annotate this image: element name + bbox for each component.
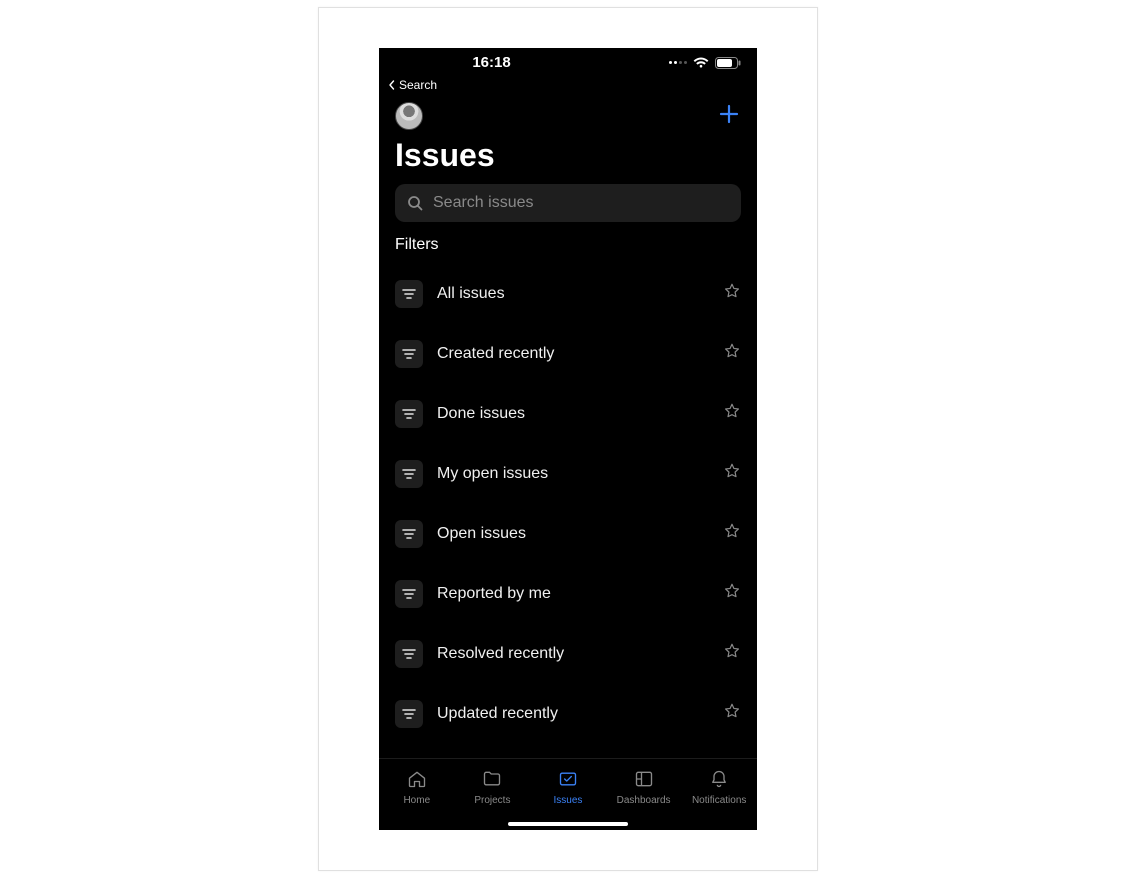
filter-icon [395,340,423,368]
filter-icon [395,640,423,668]
star-button[interactable] [723,642,741,665]
tab-label: Dashboards [617,795,671,806]
filter-row[interactable]: Updated recently [395,684,741,744]
star-button[interactable] [723,402,741,425]
filter-icon [395,400,423,428]
chevron-left-icon [387,80,397,90]
avatar[interactable] [395,102,423,130]
star-button[interactable] [723,522,741,545]
canvas-frame: 16:18 Search Issues Search issues Fil [318,7,818,871]
back-to-search[interactable]: Search [379,78,757,96]
filter-icon [395,700,423,728]
filter-row[interactable]: My open issues [395,444,741,504]
create-button[interactable] [717,102,741,131]
search-icon [407,195,423,211]
tab-issues[interactable]: Issues [530,759,606,816]
tab-notifications[interactable]: Notifications [681,759,757,816]
filter-icon [395,280,423,308]
filter-label: My open issues [437,465,709,483]
filter-list: All issues Created recently Done issues My … [379,264,757,744]
search-input[interactable]: Search issues [395,184,741,222]
filter-label: Updated recently [437,705,709,723]
star-button[interactable] [723,282,741,305]
star-button[interactable] [723,702,741,725]
tab-label: Notifications [692,795,746,806]
filter-label: Open issues [437,525,709,543]
filter-label: Reported by me [437,585,709,603]
filter-row[interactable]: Created recently [395,324,741,384]
phone-screen: 16:18 Search Issues Search issues Fil [379,48,757,830]
filter-row[interactable]: Done issues [395,384,741,444]
notifications-icon [709,769,729,792]
filter-label: Done issues [437,405,709,423]
home-icon [407,769,427,792]
home-indicator[interactable] [508,822,628,826]
cellular-signal-icon [669,61,687,64]
tab-projects[interactable]: Projects [455,759,531,816]
wifi-icon [693,57,709,69]
header-row [379,96,757,135]
status-time: 16:18 [472,54,510,71]
dashboards-icon [634,769,654,792]
filter-icon [395,520,423,548]
issues-icon [558,769,578,792]
page-title: Issues [379,135,757,184]
plus-icon [717,102,741,126]
back-label: Search [399,78,437,92]
tab-bar: Home Projects Issues Dashboards Notification… [379,758,757,830]
star-button[interactable] [723,342,741,365]
filter-row[interactable]: Reported by me [395,564,741,624]
filter-label: Resolved recently [437,645,709,663]
search-placeholder: Search issues [433,194,534,212]
filter-icon [395,460,423,488]
tab-label: Home [403,795,430,806]
tab-home[interactable]: Home [379,759,455,816]
status-bar: 16:18 [379,48,757,78]
star-button[interactable] [723,462,741,485]
tab-label: Projects [474,795,510,806]
filters-label: Filters [379,236,757,264]
filter-row[interactable]: Resolved recently [395,624,741,684]
battery-icon [715,57,741,69]
filter-row[interactable]: Open issues [395,504,741,564]
tab-label: Issues [554,795,583,806]
projects-icon [482,769,502,792]
filter-icon [395,580,423,608]
tab-dashboards[interactable]: Dashboards [606,759,682,816]
filter-label: Created recently [437,345,709,363]
star-button[interactable] [723,582,741,605]
filter-row[interactable]: All issues [395,264,741,324]
filter-label: All issues [437,285,709,303]
